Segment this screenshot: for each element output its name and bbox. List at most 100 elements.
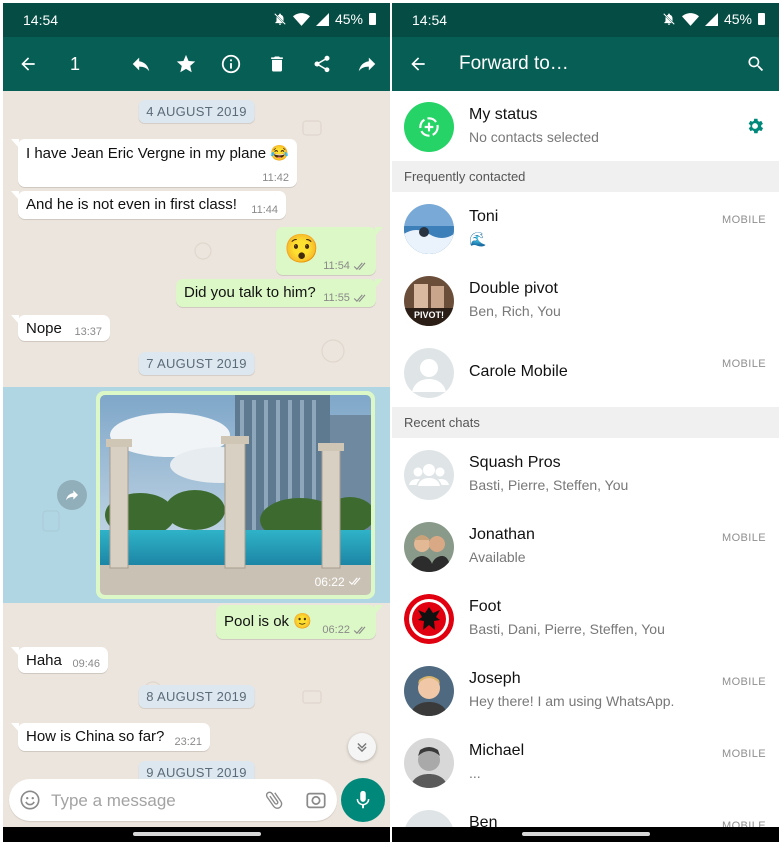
default-avatar <box>404 348 454 398</box>
delete-button[interactable] <box>265 52 289 76</box>
emoji-button[interactable] <box>19 789 41 816</box>
forward-icon <box>358 57 376 72</box>
avatar: PIVOT! <box>404 276 454 326</box>
message-photo[interactable]: 06:22 <box>96 391 375 599</box>
message-emoji: 😯 <box>284 233 319 264</box>
wifi-icon <box>292 12 310 26</box>
status-add-icon <box>419 117 439 137</box>
share-icon <box>314 55 330 73</box>
message-composer: Type a message <box>9 779 337 821</box>
paperclip-icon <box>265 791 283 809</box>
status-bar: 14:54 45% <box>3 3 390 37</box>
system-nav-bar <box>3 827 390 842</box>
contact-subtitle: Available <box>469 549 526 565</box>
message-time: 23:21 <box>174 736 202 748</box>
back-button[interactable] <box>16 52 40 76</box>
quick-forward-button[interactable] <box>57 480 87 510</box>
message-time: 09:46 <box>72 658 100 670</box>
page-title: Forward to… <box>459 53 569 74</box>
person-icon <box>412 359 446 392</box>
system-nav-bar <box>392 827 779 842</box>
contact-row[interactable]: Toni 🌊 MOBILE <box>392 193 779 265</box>
message-time: 06:22 <box>322 624 350 636</box>
section-header: Recent chats <box>392 407 779 438</box>
forward-screen: 14:54 45% Forward to… My status No conta… <box>392 3 779 842</box>
voice-message-button[interactable] <box>341 778 385 822</box>
trash-icon <box>271 56 283 72</box>
share-button[interactable] <box>310 52 334 76</box>
avatar-caption: PIVOT! <box>413 310 444 320</box>
date-divider: 4 AUGUST 2019 <box>138 100 255 123</box>
arrow-left-icon <box>411 57 425 71</box>
contact-subtitle: Ben, Rich, You <box>469 303 561 319</box>
signal-icon <box>704 12 718 26</box>
chevron-double-down-icon <box>357 743 367 753</box>
reply-icon <box>132 57 150 72</box>
battery-icon <box>369 13 376 25</box>
contact-type-label: MOBILE <box>722 214 766 226</box>
section-header: Frequently contacted <box>392 161 779 192</box>
date-divider: 8 AUGUST 2019 <box>138 685 255 708</box>
message-outgoing[interactable]: 😯 11:54 <box>276 227 383 275</box>
contact-row[interactable]: Carole Mobile MOBILE <box>392 337 779 409</box>
message-incoming[interactable]: I have Jean Eric Vergne in my plane 😂 11… <box>11 139 297 187</box>
contact-row[interactable]: Joseph Hey there! I am using WhatsApp. M… <box>392 655 779 727</box>
eagle-crest-icon <box>404 594 454 644</box>
camera-icon <box>306 792 326 809</box>
mute-icon <box>274 13 286 25</box>
contact-name: Foot <box>469 598 502 615</box>
contact-name: Joseph <box>469 670 521 687</box>
forward-button[interactable] <box>355 52 379 76</box>
contact-name: Toni <box>469 208 499 225</box>
selected-count: 1 <box>70 54 81 74</box>
contact-row[interactable]: PIVOT! Double pivot Ben, Rich, You <box>392 265 779 337</box>
message-list[interactable]: 4 AUGUST 2019 I have Jean Eric Vergne in… <box>3 91 390 779</box>
double-check-icon <box>353 294 366 302</box>
my-status-row[interactable]: My status No contacts selected <box>392 91 779 163</box>
contact-row[interactable]: Jonathan Available MOBILE <box>392 511 779 583</box>
star-button[interactable] <box>174 52 198 76</box>
contact-row[interactable]: Michael ... MOBILE <box>392 727 779 799</box>
info-button[interactable] <box>219 52 243 76</box>
battery-percent: 45% <box>334 11 363 27</box>
message-time: 11:55 <box>323 292 350 304</box>
forward-toolbar: Forward to… <box>392 37 779 91</box>
camera-button[interactable] <box>305 789 327 816</box>
avatar <box>404 522 454 572</box>
mic-icon <box>356 790 370 809</box>
info-icon <box>221 54 241 74</box>
scroll-to-bottom-button[interactable] <box>348 733 376 761</box>
search-button[interactable] <box>744 52 768 76</box>
contact-subtitle: Hey there! I am using WhatsApp. <box>469 693 675 709</box>
message-text: And he is not even in first class! <box>26 196 237 213</box>
message-incoming[interactable]: Nope 13:37 <box>11 315 110 341</box>
attach-button[interactable] <box>263 789 285 816</box>
message-text: Pool is ok 🙂 <box>224 613 312 630</box>
date-divider: 7 AUGUST 2019 <box>138 352 255 375</box>
wifi-icon <box>681 12 699 26</box>
back-button[interactable] <box>406 52 430 76</box>
avatar <box>404 738 454 788</box>
default-group-avatar <box>404 450 454 500</box>
emoji-icon <box>20 790 40 810</box>
contact-row[interactable]: Foot Basti, Dani, Pierre, Steffen, You <box>392 583 779 655</box>
contact-type-label: MOBILE <box>722 748 766 760</box>
message-incoming[interactable]: Haha 09:46 <box>11 647 108 673</box>
message-incoming[interactable]: How is China so far? 23:21 <box>11 723 210 751</box>
chat-screen: 14:54 45% 1 4 AUGUST 2019 I have Jean Er… <box>3 3 390 842</box>
contact-type-label: MOBILE <box>722 676 766 688</box>
contact-row[interactable]: Squash Pros Basti, Pierre, Steffen, You <box>392 439 779 511</box>
message-time: 11:42 <box>262 172 289 184</box>
gear-icon <box>748 118 764 134</box>
home-gesture-pill[interactable] <box>521 832 650 836</box>
message-outgoing[interactable]: Pool is ok 🙂 06:22 <box>216 605 383 639</box>
status-avatar <box>404 102 454 152</box>
double-check-icon <box>348 577 361 586</box>
reply-button[interactable] <box>129 52 153 76</box>
message-input[interactable]: Type a message <box>51 791 176 811</box>
home-gesture-pill[interactable] <box>132 832 261 836</box>
message-text: Did you talk to him? <box>184 284 316 301</box>
message-incoming[interactable]: And he is not even in first class! 11:44 <box>11 191 286 219</box>
status-settings-button[interactable] <box>745 116 765 141</box>
message-outgoing[interactable]: Did you talk to him? 11:55 <box>176 279 383 307</box>
